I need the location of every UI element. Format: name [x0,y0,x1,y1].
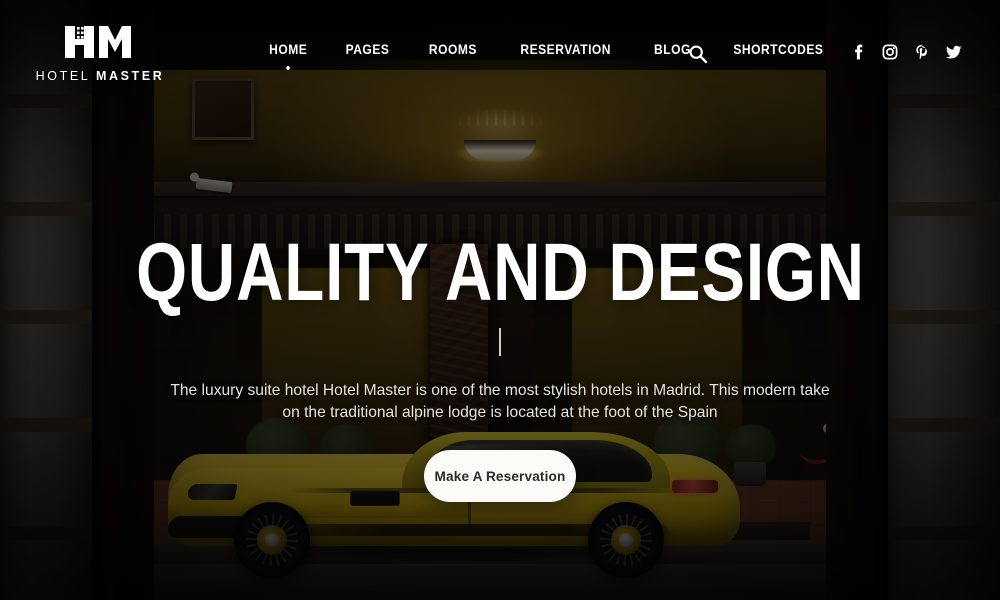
page-title: QUALITY AND DESIGN [135,227,865,318]
nav-item-rooms[interactable]: ROOMS [416,41,492,57]
instagram-icon[interactable] [882,44,898,60]
hero-subtitle: The luxury suite hotel Hotel Master is o… [170,382,830,421]
hero-caret-divider [499,328,501,356]
make-a-reservation-button[interactable]: Make A Reservation [424,450,576,502]
twitter-icon[interactable] [946,44,962,60]
search-icon[interactable] [688,44,708,64]
site-header: HOTEL MASTER HOME PAGES ROOMS RESERVATIO… [0,0,1000,92]
logo-word-master: MASTER [95,69,165,83]
logo-word-hotel: HOTEL [35,69,90,83]
logo-hotel-master[interactable]: HOTEL MASTER [20,22,180,83]
logo-mark-hm [20,22,180,62]
pinterest-icon[interactable] [914,44,930,60]
logo-wordmark: HOTEL MASTER [20,69,180,83]
social-links [850,44,962,60]
facebook-icon[interactable] [850,44,866,60]
main-navigation: HOME PAGES ROOMS RESERVATION BLOG SHORTC… [250,41,846,70]
nav-item-home[interactable]: HOME [255,41,321,70]
nav-item-shortcodes[interactable]: SHORTCODES [719,41,837,57]
nav-item-pages[interactable]: PAGES [332,41,403,57]
page-root: HOTEL MASTER HOME PAGES ROOMS RESERVATIO… [0,0,1000,600]
nav-item-reservation[interactable]: RESERVATION [507,41,625,57]
